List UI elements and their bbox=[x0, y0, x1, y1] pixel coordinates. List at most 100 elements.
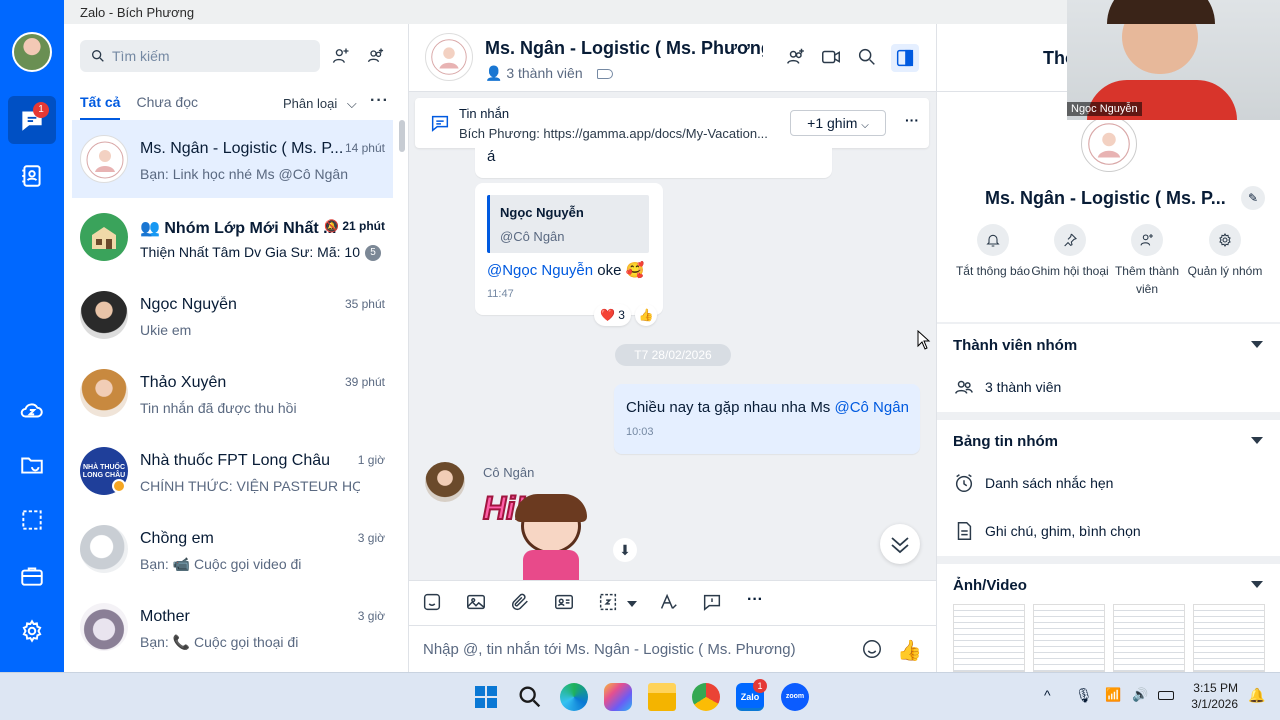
battery-icon[interactable] bbox=[1158, 691, 1174, 700]
reaction-badge[interactable]: ❤️ 3 bbox=[594, 304, 631, 326]
list-scrollbar[interactable] bbox=[399, 120, 405, 152]
notification-icon[interactable]: 🔔 bbox=[1248, 687, 1265, 704]
tools-nav-button[interactable] bbox=[8, 552, 56, 600]
tab-unread[interactable]: Chưa đọc bbox=[136, 94, 198, 120]
image-button[interactable] bbox=[465, 591, 489, 615]
contact-avatar bbox=[80, 291, 128, 339]
pin-conversation-button[interactable]: Ghim hội thoại bbox=[1030, 224, 1110, 280]
conversation-name: 👥 Nhóm Lớp Mới Nhất ... bbox=[140, 220, 337, 237]
contact-card-button[interactable] bbox=[553, 591, 577, 615]
chevron-double-down-icon bbox=[891, 537, 909, 554]
board-section-title[interactable]: Bảng tin nhóm bbox=[953, 433, 1058, 450]
taskbar-search-button[interactable] bbox=[516, 683, 544, 711]
conversation-item[interactable]: Ngọc Nguyễn 35 phút Ukie em bbox=[64, 276, 401, 354]
sticker-button[interactable] bbox=[421, 591, 445, 615]
message-input[interactable]: Nhập @, tin nhắn tới Ms. Ngân - Logistic… bbox=[409, 625, 936, 673]
chrome-app-icon[interactable] bbox=[692, 683, 720, 711]
user-avatar[interactable] bbox=[12, 32, 52, 72]
contacts-nav-button[interactable] bbox=[8, 152, 56, 200]
wifi-icon[interactable]: 📶 bbox=[1105, 687, 1121, 703]
collapse-caret-icon[interactable] bbox=[1251, 341, 1263, 348]
thumbs-up-button[interactable]: 👍 bbox=[897, 638, 922, 663]
pinned-count-button[interactable]: +1 ghim ⌵ bbox=[790, 110, 886, 136]
search-box[interactable]: Tìm kiếm bbox=[80, 40, 320, 72]
mention[interactable]: @Cô Ngân bbox=[834, 399, 908, 416]
edge-app-icon[interactable] bbox=[560, 683, 588, 711]
add-member-button[interactable] bbox=[785, 46, 809, 70]
files-nav-button[interactable] bbox=[8, 441, 56, 489]
chat-members[interactable]: 👤 3 thành viên bbox=[485, 65, 613, 82]
chat-nav-button[interactable] bbox=[8, 96, 56, 144]
conversation-item[interactable]: NHÀ THUỐC LONG CHÂU Nhà thuốc FPT Long Ch… bbox=[64, 432, 401, 510]
more-options-button[interactable]: ··· bbox=[370, 92, 389, 110]
add-friend-button[interactable] bbox=[327, 42, 355, 70]
sender-avatar[interactable] bbox=[425, 462, 465, 502]
zcloud-nav-button[interactable] bbox=[8, 386, 56, 434]
start-button[interactable] bbox=[472, 683, 500, 711]
caret-down-icon[interactable] bbox=[627, 601, 637, 607]
my-message-bubble[interactable]: Chiều nay ta gặp nhau nha Ms @Cô Ngân 10… bbox=[614, 384, 920, 454]
microphone-icon[interactable]: 🎙 bbox=[1075, 687, 1093, 704]
mute-notifications-button[interactable]: Tắt thông báo bbox=[953, 224, 1033, 280]
manage-group-button[interactable]: Quản lý nhóm bbox=[1185, 224, 1265, 280]
members-count-row[interactable]: 3 thành viên bbox=[953, 376, 1061, 398]
zoom-app-icon[interactable]: zoom bbox=[781, 683, 809, 711]
media-thumbnail[interactable] bbox=[1193, 604, 1265, 672]
quoted-message[interactable]: Ngọc Nguyễn @Cô Ngân bbox=[487, 195, 649, 253]
screenshot-nav-button[interactable] bbox=[8, 496, 56, 544]
collapse-caret-icon[interactable] bbox=[1251, 581, 1263, 588]
collapse-caret-icon[interactable] bbox=[1251, 437, 1263, 444]
message-bubble[interactable]: á bbox=[475, 148, 832, 178]
chat-title[interactable]: Ms. Ngân - Logistic ( Ms. Phương) bbox=[485, 38, 763, 59]
mention[interactable]: @Ngọc Nguyễn bbox=[487, 262, 593, 279]
conversation-item[interactable]: Thảo Xuyên 39 phút Tin nhắn đã được thu … bbox=[64, 354, 401, 432]
media-section-title[interactable]: Ảnh/Video bbox=[953, 577, 1027, 594]
media-thumbnail[interactable] bbox=[1033, 604, 1105, 672]
sticker[interactable]: Hi! bbox=[482, 484, 593, 580]
media-thumbnail[interactable] bbox=[953, 604, 1025, 672]
pinned-message-bar[interactable]: Tin nhắn Bích Phương: https://gamma.app/… bbox=[415, 98, 929, 148]
filter-dropdown[interactable]: Phân loại ⌵ bbox=[283, 96, 357, 112]
file-explorer-icon[interactable] bbox=[648, 683, 676, 711]
like-reaction-button[interactable]: 👍 bbox=[635, 304, 657, 326]
emoji-button[interactable] bbox=[861, 638, 885, 662]
conversation-item[interactable]: Mother 3 giờ Bạn: 📞 Cuộc gọi thoại đi bbox=[64, 588, 401, 666]
cloud-icon bbox=[20, 403, 43, 418]
pinned-more-button[interactable]: ··· bbox=[905, 112, 919, 128]
media-thumbnail[interactable] bbox=[1113, 604, 1185, 672]
conversation-item[interactable]: 👥 Nhóm Lớp Mới Nhất ... 🔕 21 phút Thiện … bbox=[64, 198, 401, 276]
volume-icon[interactable]: 🔊 bbox=[1132, 687, 1148, 703]
briefcase-icon bbox=[21, 567, 43, 586]
format-text-button[interactable] bbox=[657, 591, 681, 615]
tab-all[interactable]: Tất cả bbox=[80, 94, 121, 120]
clock-date[interactable]: 3/1/2026 bbox=[1180, 697, 1238, 711]
copilot-app-icon[interactable] bbox=[604, 683, 632, 711]
chevron-up-icon[interactable]: ^ bbox=[1044, 687, 1051, 703]
more-tools-button[interactable]: ··· bbox=[747, 591, 763, 609]
edit-name-button[interactable]: ✎ bbox=[1241, 186, 1265, 210]
toggle-info-panel-button[interactable] bbox=[891, 44, 919, 72]
action-label: Ghim hội thoại bbox=[1031, 264, 1109, 278]
group-avatar[interactable] bbox=[1081, 116, 1137, 172]
reply-message-bubble[interactable]: Ngọc Nguyễn @Cô Ngân @Ngọc Nguyễn oke 🥰 … bbox=[475, 183, 663, 315]
clock-time[interactable]: 3:15 PM bbox=[1180, 681, 1238, 695]
video-call-overlay[interactable]: Ngọc Nguyễn bbox=[1067, 0, 1280, 120]
conversation-item[interactable]: Ms. Ngân - Logistic ( Ms. P... 14 phút B… bbox=[72, 120, 393, 198]
reminders-row[interactable]: Danh sách nhắc hẹn bbox=[953, 472, 1113, 494]
conversation-item[interactable]: Chồng em 3 giờ Bạn: 📹 Cuộc gọi video đi bbox=[64, 510, 401, 588]
download-button[interactable]: ⬇ bbox=[613, 538, 637, 562]
notes-row[interactable]: Ghi chú, ghim, bình chọn bbox=[953, 520, 1141, 542]
scroll-to-bottom-button[interactable] bbox=[880, 524, 920, 564]
video-call-button[interactable] bbox=[820, 46, 844, 70]
conversation-time: 35 phút bbox=[344, 297, 385, 311]
screenshot-button[interactable] bbox=[597, 591, 621, 615]
tag-icon[interactable] bbox=[596, 69, 613, 80]
search-messages-button[interactable] bbox=[856, 46, 880, 70]
settings-nav-button[interactable] bbox=[8, 607, 56, 655]
create-group-button[interactable] bbox=[362, 42, 390, 70]
members-section-title[interactable]: Thành viên nhóm bbox=[953, 337, 1077, 354]
group-avatar[interactable] bbox=[425, 33, 473, 81]
attach-button[interactable] bbox=[509, 591, 533, 615]
quick-message-button[interactable] bbox=[701, 591, 725, 615]
add-member-action-button[interactable]: Thêm thành viên bbox=[1107, 224, 1187, 298]
